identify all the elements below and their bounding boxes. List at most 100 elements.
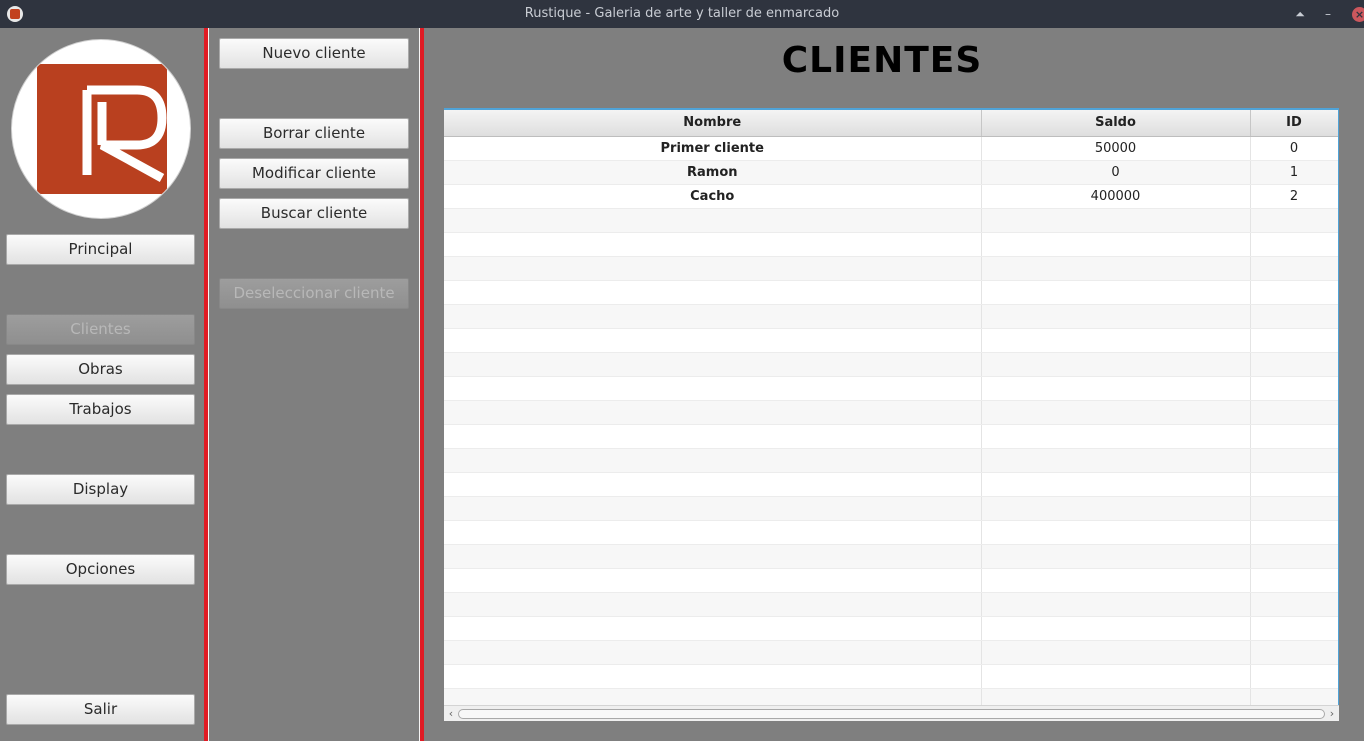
cell-nombre: Ramon	[444, 160, 982, 185]
scroll-right-icon[interactable]: ›	[1325, 706, 1339, 722]
empty-table-row	[444, 328, 1338, 353]
scrollbar-thumb[interactable]	[458, 709, 1325, 719]
empty-cell	[981, 376, 1251, 401]
borrar-cliente-button[interactable]: Borrar cliente	[219, 118, 409, 149]
nav-obras-button[interactable]: Obras	[6, 354, 195, 385]
empty-cell	[981, 520, 1251, 545]
scroll-left-icon[interactable]: ‹	[444, 706, 458, 722]
empty-cell	[1250, 544, 1338, 569]
table-row[interactable]: Cacho 400000 2	[444, 184, 1338, 209]
empty-cell	[1250, 616, 1338, 641]
empty-cell	[1250, 256, 1338, 281]
empty-table-row	[444, 496, 1338, 521]
empty-cell	[981, 304, 1251, 329]
nav-trabajos-button[interactable]: Trabajos	[6, 394, 195, 425]
table-row[interactable]: Ramon 0 1	[444, 160, 1338, 185]
cell-saldo: 50000	[981, 136, 1251, 161]
empty-cell	[444, 616, 982, 641]
empty-cell	[981, 256, 1251, 281]
empty-cell	[981, 280, 1251, 305]
cell-saldo: 400000	[981, 184, 1251, 209]
column-header-nombre[interactable]: Nombre	[444, 110, 982, 137]
empty-cell	[444, 400, 982, 425]
empty-cell	[444, 208, 982, 233]
empty-cell	[1250, 640, 1338, 665]
table-row[interactable]: Primer cliente 50000 0	[444, 136, 1338, 161]
empty-cell	[444, 664, 982, 689]
empty-table-row	[444, 664, 1338, 689]
logo-r-mark-icon	[82, 85, 167, 182]
empty-cell	[1250, 496, 1338, 521]
empty-table-row	[444, 352, 1338, 377]
empty-cell	[981, 208, 1251, 233]
empty-cell	[1250, 328, 1338, 353]
empty-cell	[981, 640, 1251, 665]
empty-cell	[444, 640, 982, 665]
cell-nombre: Cacho	[444, 184, 982, 209]
empty-cell	[981, 496, 1251, 521]
empty-table-row	[444, 256, 1338, 281]
column-header-id[interactable]: ID	[1250, 110, 1338, 137]
empty-table-row	[444, 544, 1338, 569]
nuevo-cliente-button[interactable]: Nuevo cliente	[219, 38, 409, 69]
empty-cell	[1250, 664, 1338, 689]
clients-table[interactable]: Nombre Saldo ID Primer cliente 50000 0 R…	[444, 108, 1339, 720]
empty-cell	[1250, 280, 1338, 305]
empty-cell	[981, 616, 1251, 641]
empty-cell	[981, 424, 1251, 449]
empty-cell	[981, 592, 1251, 617]
buscar-cliente-button[interactable]: Buscar cliente	[219, 198, 409, 229]
empty-cell	[981, 472, 1251, 497]
horizontal-scrollbar[interactable]: ‹ ›	[444, 705, 1339, 721]
empty-table-row	[444, 376, 1338, 401]
brand-logo	[11, 39, 191, 219]
empty-cell	[444, 568, 982, 593]
cell-nombre: Primer cliente	[444, 136, 982, 161]
nav-principal-button[interactable]: Principal	[6, 234, 195, 265]
empty-cell	[1250, 448, 1338, 473]
empty-cell	[444, 448, 982, 473]
empty-table-row	[444, 208, 1338, 233]
nav-opciones-button[interactable]: Opciones	[6, 554, 195, 585]
cell-id: 2	[1250, 184, 1338, 209]
empty-cell	[1250, 424, 1338, 449]
empty-cell	[1250, 472, 1338, 497]
empty-cell	[1250, 304, 1338, 329]
empty-table-row	[444, 424, 1338, 449]
empty-cell	[444, 544, 982, 569]
empty-cell	[444, 280, 982, 305]
empty-cell	[981, 232, 1251, 257]
cell-saldo: 0	[981, 160, 1251, 185]
empty-cell	[1250, 232, 1338, 257]
empty-cell	[444, 352, 982, 377]
close-icon[interactable]: ×	[1352, 7, 1364, 22]
empty-cell	[444, 232, 982, 257]
empty-cell	[981, 352, 1251, 377]
modificar-cliente-button[interactable]: Modificar cliente	[219, 158, 409, 189]
empty-table-row	[444, 520, 1338, 545]
empty-table-row	[444, 280, 1338, 305]
empty-table-row	[444, 232, 1338, 257]
minimize-icon[interactable]: –	[1318, 0, 1338, 28]
empty-cell	[1250, 352, 1338, 377]
nav-display-button[interactable]: Display	[6, 474, 195, 505]
salir-button[interactable]: Salir	[6, 694, 195, 725]
empty-table-row	[444, 616, 1338, 641]
empty-table-row	[444, 640, 1338, 665]
page-title: CLIENTES	[781, 40, 983, 81]
empty-cell	[444, 424, 982, 449]
empty-cell	[981, 664, 1251, 689]
empty-cell	[981, 568, 1251, 593]
navigation-panel: Principal Clientes Obras Trabajos Displa…	[0, 28, 204, 741]
empty-cell	[444, 256, 982, 281]
empty-cell	[981, 328, 1251, 353]
empty-table-row	[444, 448, 1338, 473]
column-header-saldo[interactable]: Saldo	[981, 110, 1251, 137]
empty-table-row	[444, 568, 1338, 593]
empty-cell	[981, 400, 1251, 425]
empty-cell	[444, 592, 982, 617]
maximize-icon[interactable]: ⏶	[1290, 0, 1310, 28]
cell-id: 1	[1250, 160, 1338, 185]
empty-cell	[444, 328, 982, 353]
empty-cell	[444, 472, 982, 497]
